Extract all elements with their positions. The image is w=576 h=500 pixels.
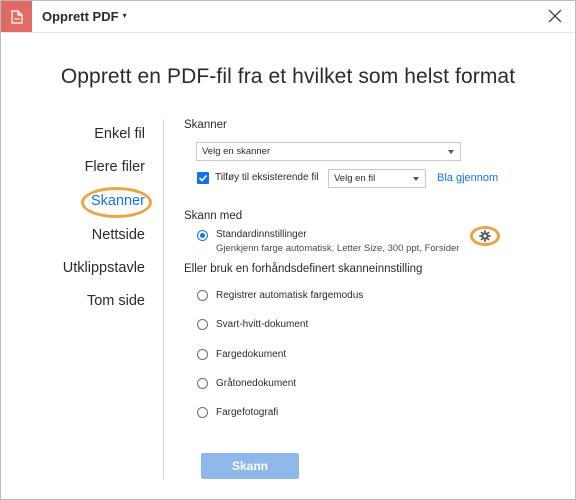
- title-bar: Opprett PDF ▾: [1, 1, 575, 33]
- section-label-skanner: Skanner: [184, 119, 227, 131]
- page-title: Opprett en PDF-fil fra et hvilket som he…: [60, 65, 516, 88]
- scanner-select-value: Velg en skanner: [202, 146, 271, 157]
- source-sidebar: Enkel fil Flere filer Skanner Nettside U…: [61, 119, 164, 479]
- app-title-label: Opprett PDF: [42, 9, 119, 24]
- chevron-down-icon: [448, 150, 454, 154]
- app-title-menu[interactable]: Opprett PDF ▾: [42, 9, 127, 24]
- gear-icon: [479, 230, 491, 242]
- sidebar-item-enkel-fil[interactable]: Enkel fil: [94, 126, 145, 142]
- chevron-down-icon: ▾: [122, 11, 127, 20]
- file-select-value: Velg en fil: [334, 173, 376, 184]
- radio-default-settings[interactable]: [197, 230, 208, 241]
- default-settings-description: Gjenkjenn farge automatisk, Letter Size,…: [216, 243, 460, 254]
- scanner-select[interactable]: Velg en skanner: [196, 142, 461, 161]
- acrobat-create-pdf-icon: [1, 1, 32, 32]
- sidebar-item-skanner[interactable]: Skanner: [91, 193, 145, 209]
- scan-button[interactable]: Skann: [201, 453, 299, 479]
- close-icon: [548, 9, 562, 23]
- sidebar-item-tom-side[interactable]: Tom side: [87, 293, 145, 309]
- sidebar-item-utklippstavle[interactable]: Utklippstavle: [63, 260, 145, 276]
- default-settings-label: Standardinnstillinger: [216, 229, 307, 240]
- scan-settings-button[interactable]: [470, 226, 500, 246]
- checkmark-icon: [198, 174, 208, 182]
- file-select[interactable]: Velg en fil: [328, 169, 426, 188]
- browse-link[interactable]: Bla gjennom: [437, 172, 498, 184]
- preset-label: Registrer automatisk fargemodus: [216, 290, 364, 301]
- radio-preset-color-document[interactable]: [197, 349, 208, 360]
- radio-preset-grayscale-document[interactable]: [197, 378, 208, 389]
- scan-with-label: Skann med: [184, 210, 243, 222]
- sidebar-item-flere-filer[interactable]: Flere filer: [85, 159, 145, 175]
- radio-preset-color-photo[interactable]: [197, 407, 208, 418]
- radio-preset-auto-color[interactable]: [197, 290, 208, 301]
- preset-label: Fargefotografi: [216, 407, 279, 418]
- preset-label: Fargedokument: [216, 349, 287, 360]
- append-to-file-label: Tilføy til eksisterende fil: [215, 172, 319, 183]
- create-pdf-window: Opprett PDF ▾ Opprett en PDF-fil fra et …: [0, 0, 576, 500]
- append-to-file-checkbox[interactable]: [197, 172, 209, 184]
- chevron-down-icon: [413, 177, 419, 181]
- close-button[interactable]: [547, 8, 563, 24]
- preset-label: Svart-hvitt-dokument: [216, 319, 309, 330]
- radio-preset-bw-document[interactable]: [197, 319, 208, 330]
- preset-label: Gråtonedokument: [216, 378, 297, 389]
- sidebar-item-nettside[interactable]: Nettside: [92, 227, 145, 243]
- preset-section-label: Eller bruk en forhåndsdefinert skanneinn…: [184, 263, 423, 275]
